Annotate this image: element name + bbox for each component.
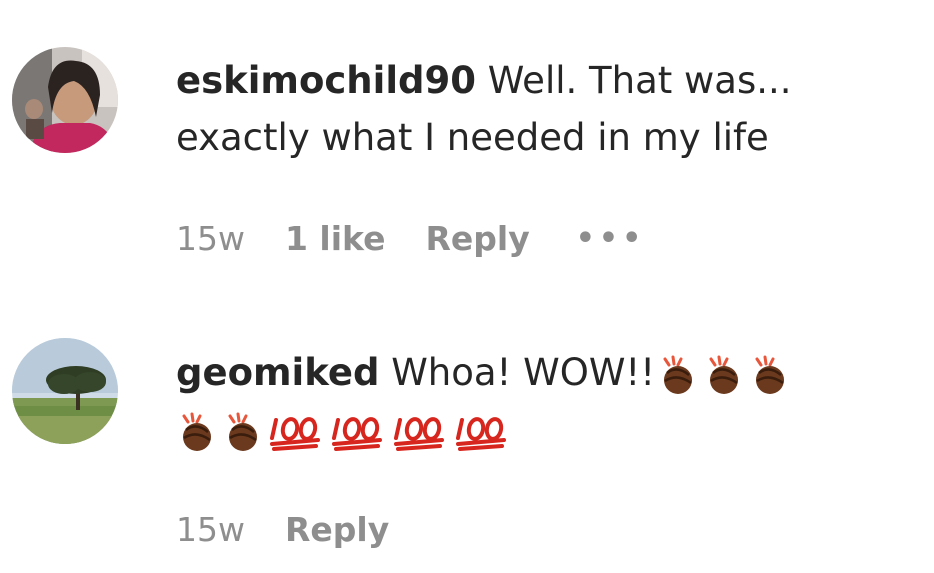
- clap-icon: [182, 412, 211, 451]
- comment-text: eskimochild90 Well. That was... exactly …: [176, 52, 916, 166]
- comment-body: Whoa! WOW!!: [391, 351, 656, 394]
- username[interactable]: eskimochild90: [176, 59, 476, 102]
- comment-body-line2: exactly what I needed in my life: [176, 116, 769, 159]
- comment-text: geomiked Whoa! WOW!!: [176, 344, 916, 458]
- hundred-icon: [332, 416, 382, 451]
- hundred-icon: [270, 416, 320, 451]
- username[interactable]: geomiked: [176, 351, 379, 394]
- reply-button[interactable]: Reply: [426, 219, 530, 258]
- timestamp[interactable]: 15w: [176, 219, 245, 258]
- timestamp[interactable]: 15w: [176, 510, 245, 549]
- comment-meta: 15w 1 like Reply •••: [176, 215, 645, 261]
- avatar[interactable]: [12, 47, 118, 153]
- comment-meta: 15w Reply: [176, 506, 435, 552]
- emoji-row-1: [657, 355, 789, 395]
- hundred-icon: [394, 416, 444, 451]
- reply-button[interactable]: Reply: [285, 510, 389, 549]
- hundred-icon: [456, 416, 506, 451]
- clap-icon: [709, 355, 739, 394]
- more-options-icon[interactable]: •••: [576, 221, 646, 256]
- avatar[interactable]: [12, 338, 118, 444]
- clap-icon: [663, 355, 693, 394]
- comment-body-line1: Well. That was...: [487, 59, 792, 102]
- emoji-row-2: [176, 412, 510, 452]
- clap-icon: [755, 355, 785, 394]
- clap-icon: [228, 412, 257, 451]
- likes-count[interactable]: 1 like: [285, 219, 386, 258]
